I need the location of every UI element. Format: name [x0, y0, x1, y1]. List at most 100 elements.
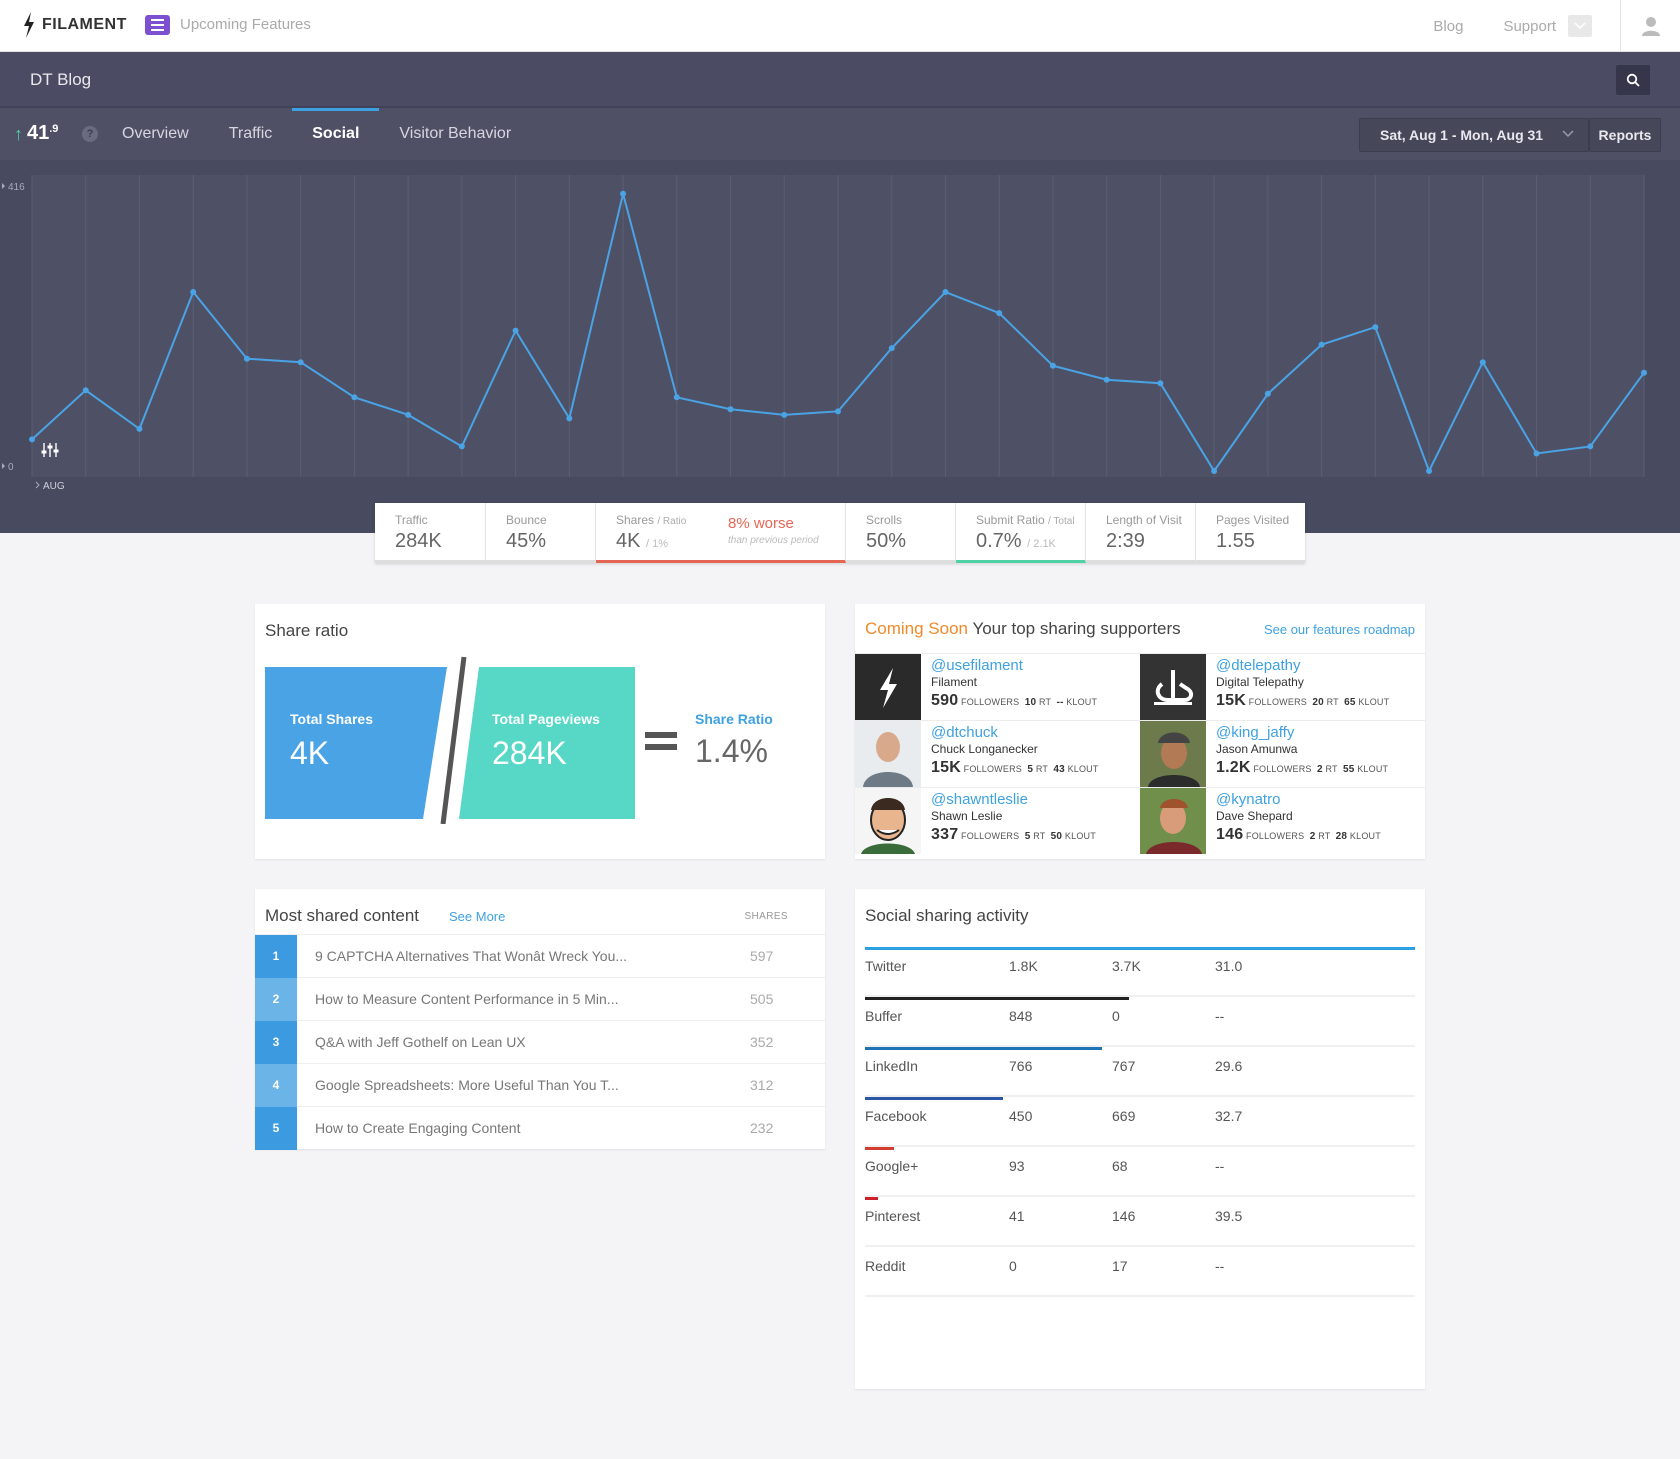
- network-row[interactable]: Twitter 1.8K 3.7K 31.0: [865, 947, 1415, 997]
- supporter-name: Filament: [931, 675, 978, 689]
- user-menu[interactable]: [1620, 0, 1680, 52]
- supporter-handle[interactable]: @dtchuck: [931, 724, 1099, 741]
- metric-traffic[interactable]: Traffic 284K: [375, 503, 486, 563]
- followers-label: FOLLOWERS: [961, 697, 1020, 707]
- data-point[interactable]: [297, 359, 304, 366]
- data-point[interactable]: [458, 443, 465, 450]
- data-point[interactable]: [1641, 369, 1647, 376]
- data-point[interactable]: [566, 415, 573, 422]
- data-point[interactable]: [781, 411, 788, 418]
- metric-value: 0.7%: [976, 530, 1022, 552]
- data-point[interactable]: [1211, 468, 1218, 474]
- supporter[interactable]: @king_jaffy Jason Amunwa 1.2K FOLLOWERS 2 …: [1140, 721, 1425, 787]
- data-point[interactable]: [243, 355, 250, 362]
- most-shared-title: Most shared content: [265, 906, 420, 925]
- data-point[interactable]: [1479, 359, 1486, 366]
- tab-overview[interactable]: Overview: [102, 108, 209, 160]
- data-point[interactable]: [1587, 443, 1594, 450]
- network-row[interactable]: Reddit 0 17 --: [865, 1247, 1415, 1297]
- data-point[interactable]: [996, 310, 1003, 317]
- content-title[interactable]: How to Create Engaging Content: [297, 1120, 750, 1136]
- content-title[interactable]: Google Spreadsheets: More Useful Than Yo…: [297, 1077, 750, 1093]
- filament-logo[interactable]: FILAMENT: [22, 12, 127, 38]
- content-title[interactable]: Q&A with Jeff Gothelf on Lean UX: [297, 1034, 750, 1050]
- data-point[interactable]: [1318, 341, 1325, 348]
- supporter-name: Dave Shepard: [1216, 809, 1293, 823]
- data-point[interactable]: [1533, 450, 1540, 457]
- see-more-link[interactable]: See More: [449, 909, 505, 924]
- data-point[interactable]: [1103, 376, 1110, 383]
- roadmap-link[interactable]: See our features roadmap: [1264, 622, 1415, 637]
- tab-social[interactable]: Social: [292, 108, 380, 160]
- tab-traffic[interactable]: Traffic: [209, 108, 293, 160]
- data-point[interactable]: [351, 394, 358, 401]
- data-point[interactable]: [1049, 362, 1056, 369]
- network-value-c: --: [1215, 1008, 1225, 1024]
- network-row[interactable]: Facebook 450 669 32.7: [865, 1097, 1415, 1147]
- equals-icon: [645, 732, 677, 756]
- content-title[interactable]: 9 CAPTCHA Alternatives That Wonât Wreck …: [297, 948, 750, 964]
- data-point[interactable]: [727, 406, 734, 413]
- site-name[interactable]: DT Blog: [30, 70, 91, 90]
- total-shares-label: Total Shares: [290, 711, 373, 727]
- data-point[interactable]: [190, 289, 197, 296]
- comparison-sub: than previous period: [728, 535, 819, 546]
- list-item[interactable]: 19 CAPTCHA Alternatives That Wonât Wreck…: [255, 934, 825, 978]
- help-icon[interactable]: ?: [82, 126, 98, 142]
- metric-length-of-visit[interactable]: Length of Visit 2:39: [1086, 503, 1196, 563]
- metric-bounce[interactable]: Bounce 45%: [486, 503, 596, 563]
- support-link[interactable]: Support: [1503, 18, 1556, 35]
- data-point[interactable]: [620, 190, 627, 197]
- metric-label: Bounce: [506, 513, 547, 527]
- supporter-handle[interactable]: @usefilament: [931, 657, 1097, 674]
- supporter-handle[interactable]: @kynatro: [1216, 791, 1381, 808]
- data-point[interactable]: [1426, 468, 1433, 474]
- rt-label: RT: [1033, 831, 1046, 841]
- network-row[interactable]: Pinterest 41 146 39.5: [865, 1197, 1415, 1247]
- supporter[interactable]: @dtelepathy Digital Telepathy 15K FOLLOWER…: [1140, 654, 1425, 720]
- tab-visitor-behavior[interactable]: Visitor Behavior: [379, 108, 531, 160]
- list-item[interactable]: 2 How to Measure Content Performance in 5…: [255, 977, 825, 1021]
- supporter-handle[interactable]: @dtelepathy: [1216, 657, 1389, 674]
- supporter[interactable]: @kynatro Dave Shepard 146 FOLLOWERS 2 RT 2…: [1140, 788, 1425, 854]
- list-item[interactable]: 5 How to Create Engaging Content 232: [255, 1106, 825, 1150]
- supporter-handle[interactable]: @king_jaffy: [1216, 724, 1388, 741]
- supporter[interactable]: @shawntleslie Shawn Leslie 337 FOLLOWERS 5…: [855, 788, 1140, 854]
- network-row[interactable]: Google+ 93 68 --: [865, 1147, 1415, 1197]
- upcoming-features-link[interactable]: Upcoming Features: [180, 16, 311, 33]
- data-point[interactable]: [512, 327, 519, 334]
- supporter[interactable]: @usefilament Filament 590 FOLLOWERS 10 RT …: [855, 654, 1140, 720]
- network-row[interactable]: LinkedIn 766 767 29.6: [865, 1047, 1415, 1097]
- support-dropdown-icon[interactable]: [1568, 15, 1592, 37]
- metric-submit-ratio[interactable]: Submit Ratio / Total 0.7% / 2.1K: [956, 503, 1086, 563]
- reports-button[interactable]: Reports: [1589, 118, 1661, 152]
- list-item[interactable]: 3 Q&A with Jeff Gothelf on Lean UX 352: [255, 1020, 825, 1064]
- data-point[interactable]: [29, 436, 35, 443]
- data-point[interactable]: [673, 394, 680, 401]
- list-item[interactable]: 4 Google Spreadsheets: More Useful Than Y…: [255, 1063, 825, 1107]
- data-point[interactable]: [942, 289, 949, 296]
- data-point[interactable]: [136, 425, 143, 432]
- data-point[interactable]: [82, 387, 89, 394]
- content-title[interactable]: How to Measure Content Performance in 5 …: [297, 991, 750, 1007]
- network-row[interactable]: Buffer 848 0 --: [865, 997, 1415, 1047]
- blog-link[interactable]: Blog: [1433, 18, 1463, 35]
- date-range-picker[interactable]: Sat, Aug 1 - Mon, Aug 31: [1359, 118, 1589, 152]
- rt-label: RT: [1318, 831, 1331, 841]
- search-button[interactable]: [1616, 65, 1650, 95]
- data-point[interactable]: [835, 408, 841, 415]
- metric-scrolls[interactable]: Scrolls 50%: [846, 503, 956, 563]
- metric-shares[interactable]: Shares / Ratio 4K / 1% 8% worse than pre…: [596, 503, 846, 563]
- supporter-handle[interactable]: @shawntleslie: [931, 791, 1096, 808]
- chart-settings-icon[interactable]: [41, 443, 59, 457]
- followers-count: 1.2K: [1216, 759, 1251, 776]
- data-point[interactable]: [405, 411, 412, 418]
- metric-pages-visited[interactable]: Pages Visited 1.55: [1196, 503, 1305, 563]
- menu-icon[interactable]: [145, 15, 170, 35]
- data-point[interactable]: [1157, 380, 1164, 387]
- data-point[interactable]: [1264, 390, 1271, 397]
- network-name: Buffer: [865, 1008, 903, 1024]
- data-point[interactable]: [1372, 324, 1379, 331]
- data-point[interactable]: [888, 345, 895, 352]
- supporter[interactable]: @dtchuck Chuck Longanecker 15K FOLLOWERS 5…: [855, 721, 1140, 787]
